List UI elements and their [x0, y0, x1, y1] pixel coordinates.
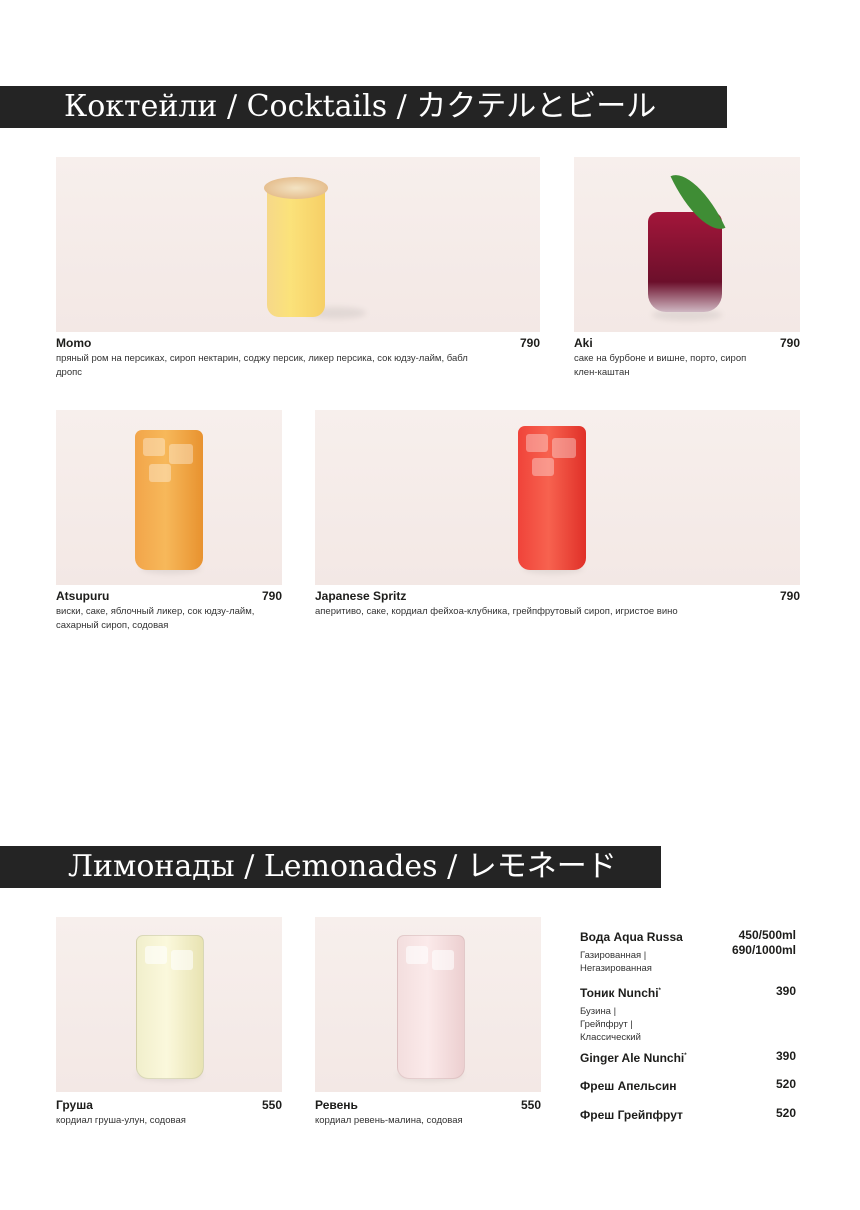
- drink-name: Фреш Грейпфрут: [580, 1108, 683, 1122]
- item-description: кордиал ревень-малина, содовая: [315, 1115, 463, 1126]
- drink-option: Бузина |: [580, 1006, 617, 1017]
- drink-option: Грейпфрут |: [580, 1019, 633, 1030]
- drink-price: 450/500ml 690/1000ml: [731, 928, 796, 957]
- item-name: Atsupuru: [56, 589, 110, 603]
- drink-price: 390: [775, 1049, 796, 1063]
- rhubarb-lemonade-photo: [315, 917, 541, 1092]
- drink-item-orange-fresh: Фреш Апельсин 520: [580, 1077, 796, 1095]
- item-name: Japanese Spritz: [315, 589, 407, 603]
- item-name: Ревень: [315, 1098, 358, 1112]
- item-price: 550: [261, 1098, 282, 1112]
- item-price: 790: [519, 336, 540, 350]
- japanese-spritz-photo: [315, 410, 800, 585]
- momo-photo: [56, 157, 540, 332]
- cocktails-section-title: Коктейли / Cocktails / カクテルとビール: [0, 86, 727, 128]
- item-description: пряный ром на персиках, сироп нектарин, …: [56, 353, 468, 378]
- drink-name: Вода Aqua Russa: [580, 930, 683, 944]
- drink-price: 390: [775, 984, 796, 998]
- drink-item-grapefruit-fresh: Фреш Грейпфрут 520: [580, 1106, 796, 1124]
- item-description: виски, саке, яблочный ликер, сок юдзу-ла…: [56, 606, 255, 631]
- drink-price: 520: [775, 1106, 796, 1120]
- pear-lemonade-photo: [56, 917, 282, 1092]
- item-price: 550: [520, 1098, 541, 1112]
- item-price: 790: [261, 589, 282, 603]
- lemonades-section-title: Лимонады / Lemonades / レモネード: [0, 846, 661, 888]
- atsupuru-photo: [56, 410, 282, 585]
- item-description: кордиал груша-улун, содовая: [56, 1115, 186, 1126]
- item-price: 790: [779, 336, 800, 350]
- item-description: аперитиво, саке, кордиал фейхоа-клубника…: [315, 606, 678, 617]
- drink-name: Ginger Ale Nunchi*: [580, 1051, 687, 1065]
- drink-option: Негазированная: [580, 963, 652, 974]
- drink-item-water: Вода Aqua Russa 450/500ml 690/1000ml Газ…: [580, 928, 796, 975]
- item-name: Груша: [56, 1098, 93, 1112]
- drink-name: Тоник Nunchi*: [580, 986, 661, 1000]
- drink-item-tonic: Тоник Nunchi* 390 Бузина | Грейпфрут | К…: [580, 984, 796, 1044]
- item-name: Aki: [574, 336, 593, 350]
- item-description: саке на бурбоне и вишне, порто, сироп кл…: [574, 353, 747, 378]
- item-price: 790: [779, 589, 800, 603]
- item-name: Momo: [56, 336, 92, 350]
- aki-photo: [574, 157, 800, 332]
- drink-price: 520: [775, 1077, 796, 1091]
- drink-name: Фреш Апельсин: [580, 1079, 677, 1093]
- drink-item-ginger-ale: Ginger Ale Nunchi* 390: [580, 1049, 796, 1067]
- drink-option: Классический: [580, 1032, 641, 1043]
